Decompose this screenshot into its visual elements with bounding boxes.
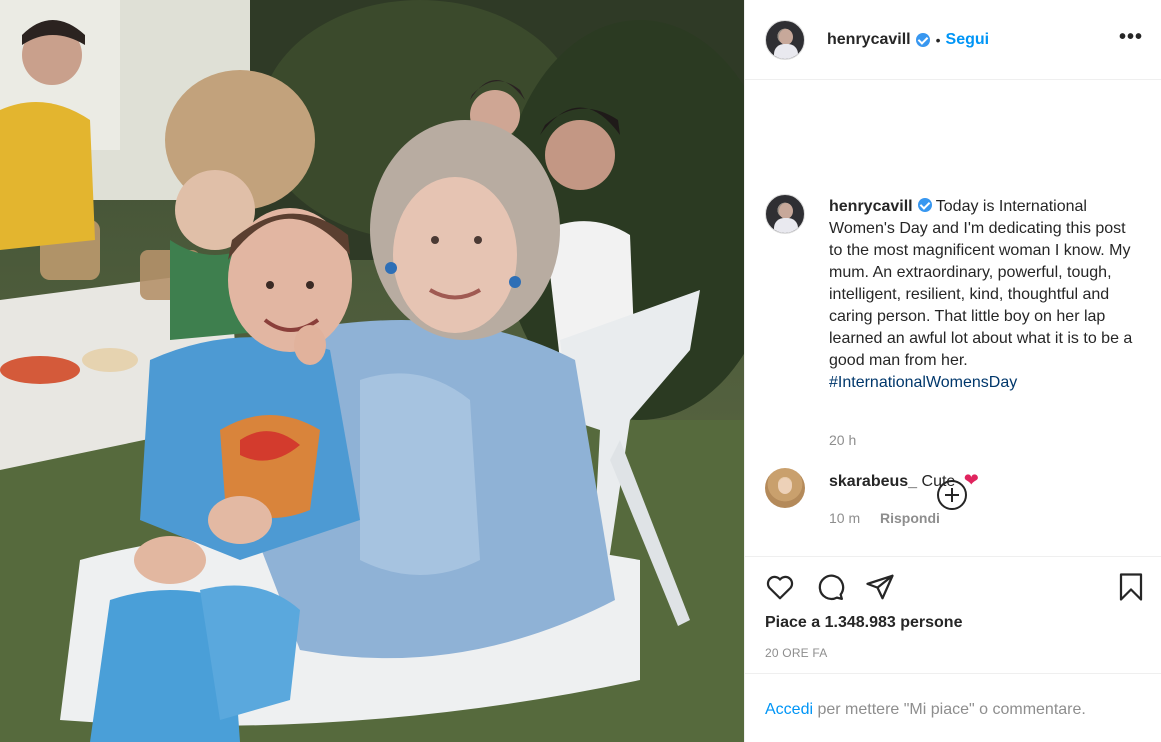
verified-badge-icon: [917, 198, 932, 212]
comment-text: Cute: [921, 473, 956, 490]
post-header: henrycavill • Segui •••: [745, 0, 1161, 80]
login-link[interactable]: Accedi: [765, 701, 813, 718]
avatar-face: [778, 478, 792, 494]
avatar-face: [779, 28, 793, 45]
heart-outline-icon[interactable]: [765, 572, 795, 602]
login-prompt-text: per mettere "Mi piace" o commentare.: [813, 701, 1086, 718]
header-username[interactable]: henrycavill: [827, 31, 911, 49]
verified-badge-icon: [915, 32, 930, 47]
login-prompt: Accedi per mettere "Mi piace" o commenta…: [745, 673, 1161, 742]
caption-body: Today is International Women's Day and I…: [829, 198, 1133, 369]
comment-meta: 10 m Rispondi: [829, 510, 940, 526]
avatar-shirt: [774, 43, 798, 59]
paper-plane-icon[interactable]: [865, 572, 895, 602]
follow-button[interactable]: Segui: [946, 31, 990, 49]
action-bar: [745, 565, 1161, 609]
red-heart-emoji: ❤: [963, 470, 979, 490]
likes-count[interactable]: Piace a 1.348.983 persone: [765, 614, 962, 632]
comment-time: 10 m: [829, 510, 861, 526]
post-side-panel: henrycavill • Segui ••• henrycavill Toda…: [744, 0, 1161, 742]
avatar-shirt: [774, 218, 798, 233]
post-photo[interactable]: [0, 0, 744, 742]
comment: skarabeus_ Cute ❤: [829, 470, 979, 491]
photo-illustration: [0, 0, 744, 742]
speech-bubble-icon[interactable]: [815, 572, 845, 602]
caption: henrycavill Today is International Women…: [829, 196, 1134, 394]
avatar[interactable]: [765, 19, 805, 60]
separator-dot: •: [935, 31, 941, 48]
avatar-face: [779, 203, 793, 219]
comment-username[interactable]: skarabeus_: [829, 473, 917, 490]
caption-username[interactable]: henrycavill: [829, 198, 913, 215]
more-options-icon[interactable]: •••: [1119, 27, 1143, 47]
reply-button[interactable]: Rispondi: [880, 510, 940, 526]
caption-avatar[interactable]: [765, 194, 805, 234]
post-date[interactable]: 20 ORE FA: [765, 646, 828, 660]
hashtag-link[interactable]: #InternationalWomensDay: [829, 374, 1017, 391]
bookmark-icon[interactable]: [1116, 572, 1146, 602]
comment-avatar[interactable]: [765, 468, 805, 508]
caption-time: 20 h: [829, 432, 857, 448]
